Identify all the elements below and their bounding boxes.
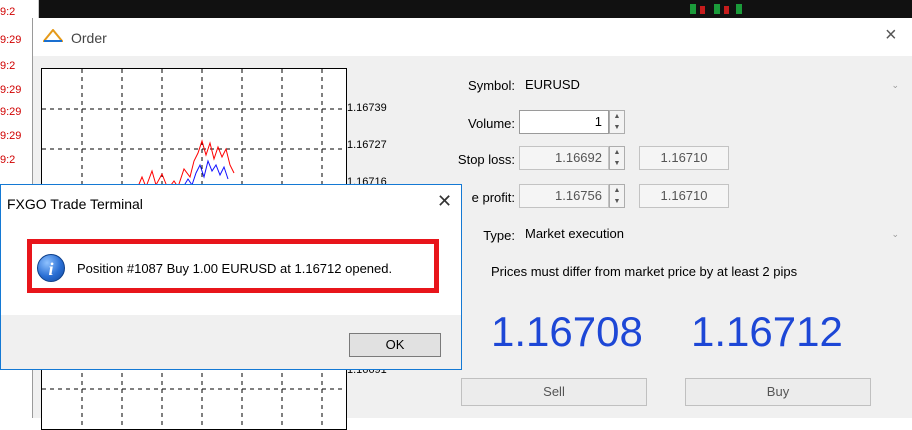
time-cell: 9:29 bbox=[0, 84, 22, 96]
time-cell: 9:2 bbox=[0, 154, 16, 166]
volume-input[interactable]: 1 bbox=[519, 110, 609, 134]
spin-up-icon[interactable]: ▲ bbox=[610, 111, 624, 122]
symbol-select[interactable]: EURUSD ⌄ bbox=[519, 72, 907, 98]
bid-price: 1.16708 bbox=[491, 308, 643, 355]
red-candle bbox=[700, 6, 705, 14]
green-candle bbox=[690, 4, 696, 14]
green-candle bbox=[736, 4, 742, 14]
stop-loss-stepper[interactable]: ▲ ▼ bbox=[609, 146, 625, 170]
buy-button[interactable]: Buy bbox=[685, 378, 871, 406]
close-icon[interactable]: × bbox=[885, 24, 897, 47]
chart-price-label: 1.16727 bbox=[347, 139, 387, 151]
green-candle bbox=[714, 4, 720, 14]
info-icon: i bbox=[37, 254, 65, 282]
time-cell: 9:2 bbox=[0, 6, 16, 18]
take-profit-price[interactable]: 1.16710 bbox=[639, 184, 729, 208]
time-cell: 9:29 bbox=[0, 130, 22, 142]
spin-down-icon[interactable]: ▼ bbox=[610, 158, 624, 169]
take-profit-input[interactable]: 1.16756 bbox=[519, 184, 609, 208]
message-title: FXGO Trade Terminal bbox=[7, 196, 143, 212]
stop-loss-input[interactable]: 1.16692 bbox=[519, 146, 609, 170]
execution-type-select[interactable]: Market execution ⌄ bbox=[519, 221, 907, 247]
symbol-label: Symbol: bbox=[468, 78, 515, 93]
volume-label: Volume: bbox=[468, 116, 515, 131]
background-chart-strip bbox=[0, 0, 912, 18]
take-profit-stepper[interactable]: ▲ ▼ bbox=[609, 184, 625, 208]
time-cell: 9:29 bbox=[0, 106, 22, 118]
order-app-icon bbox=[41, 28, 65, 46]
spin-up-icon[interactable]: ▲ bbox=[610, 147, 624, 158]
ok-button[interactable]: OK bbox=[349, 333, 441, 357]
time-cell: 9:2 bbox=[0, 60, 16, 72]
symbol-value: EURUSD bbox=[525, 77, 580, 92]
sell-button[interactable]: Sell bbox=[461, 378, 647, 406]
trade-confirmation-dialog: FXGO Trade Terminal ✕ i Position #1087 B… bbox=[0, 184, 462, 370]
ask-line bbox=[136, 139, 235, 191]
spin-up-icon[interactable]: ▲ bbox=[610, 185, 624, 196]
chevron-down-icon: ⌄ bbox=[891, 80, 899, 90]
ask-price: 1.16712 bbox=[691, 308, 843, 355]
execution-type-value: Market execution bbox=[525, 226, 624, 241]
spin-down-icon[interactable]: ▼ bbox=[610, 122, 624, 133]
red-candle bbox=[724, 6, 729, 14]
stop-loss-label: Stop loss: bbox=[457, 152, 515, 167]
spin-down-icon[interactable]: ▼ bbox=[610, 196, 624, 207]
volume-stepper[interactable]: ▲ ▼ bbox=[609, 110, 625, 134]
chart-price-label: 1.16739 bbox=[347, 102, 387, 114]
message-text: Position #1087 Buy 1.00 EURUSD at 1.1671… bbox=[77, 261, 393, 276]
message-titlebar: FXGO Trade Terminal ✕ bbox=[1, 185, 461, 221]
stop-loss-price[interactable]: 1.16710 bbox=[639, 146, 729, 170]
order-dialog-title: Order bbox=[71, 30, 107, 46]
order-titlebar: Order × bbox=[33, 18, 912, 56]
price-hint: Prices must differ from market price by … bbox=[491, 264, 798, 279]
chevron-down-icon: ⌄ bbox=[891, 229, 899, 239]
close-icon[interactable]: ✕ bbox=[437, 191, 452, 212]
time-cell: 9:29 bbox=[0, 34, 22, 46]
